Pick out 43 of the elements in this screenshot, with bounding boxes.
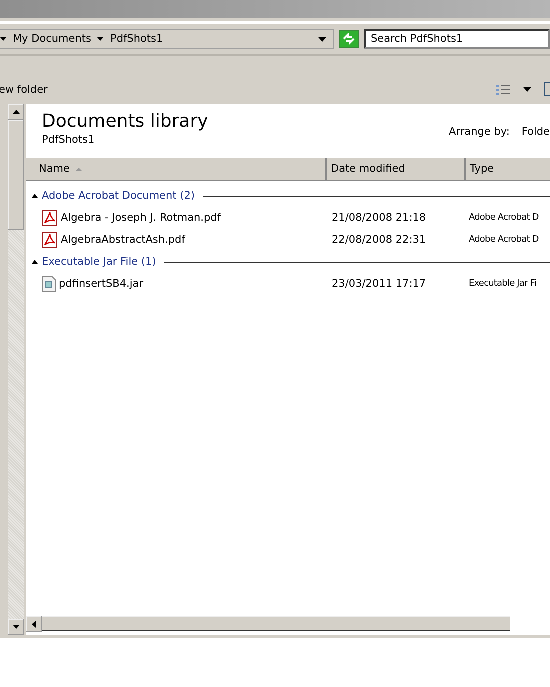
library-subtitle: PdfShots1 [42, 134, 96, 146]
horizontal-scrollbar-thumb[interactable] [42, 616, 510, 631]
search-field[interactable]: Search PdfShots1 [364, 29, 550, 49]
address-bar[interactable]: My Documents PdfShots1 [0, 29, 334, 49]
file-type: Adobe Acrobat D [468, 213, 540, 223]
file-type: Adobe Acrobat D [468, 235, 540, 245]
arrange-by-dropdown[interactable]: Folde [522, 126, 550, 138]
refresh-button[interactable] [339, 30, 359, 48]
date-modified: 23/03/2011 17:17 [331, 278, 428, 290]
view-list-icon[interactable] [495, 84, 511, 96]
collapse-icon[interactable] [32, 194, 38, 198]
file-icon [42, 276, 56, 292]
group-header[interactable]: Adobe Acrobat Document (2) [42, 190, 195, 202]
library-title: Documents library [42, 112, 208, 132]
column-header[interactable]: Type [466, 158, 550, 180]
pdf-file-icon [42, 210, 58, 226]
collapse-icon[interactable] [32, 260, 38, 264]
breadcrumb[interactable]: My Documents [13, 33, 92, 45]
breadcrumb[interactable]: PdfShots1 [110, 33, 164, 45]
caret-icon[interactable] [0, 37, 7, 41]
sort-ascending-icon [76, 168, 82, 170]
file-type: Executable Jar Fi [468, 279, 538, 289]
up-arrow-icon [12, 110, 20, 114]
scroll-up-button[interactable] [8, 104, 24, 120]
file-name[interactable]: Algebra - Joseph J. Rotman.pdf [61, 212, 222, 224]
caret-icon[interactable] [97, 37, 104, 41]
dropdown-caret-icon[interactable] [318, 36, 327, 42]
column-header[interactable]: Date modified [327, 158, 466, 180]
down-arrow-icon [12, 625, 20, 629]
date-modified: 22/08/2008 22:31 [331, 234, 428, 246]
scrollbar-thumb[interactable] [8, 120, 24, 230]
column-header[interactable]: Name [26, 158, 327, 180]
date-modified: 21/08/2008 21:18 [331, 212, 428, 224]
pdf-file-icon [42, 232, 58, 248]
arrange-by-label: Arrange by: [449, 126, 510, 138]
group-header[interactable]: Executable Jar File (1) [42, 256, 156, 268]
file-name[interactable]: AlgebraAbstractAsh.pdf [61, 234, 186, 246]
scroll-down-button[interactable] [8, 619, 24, 635]
preview-pane-icon[interactable] [544, 82, 550, 96]
left-arrow-icon [32, 620, 36, 628]
dropdown-caret-icon[interactable] [523, 87, 532, 92]
scroll-left-button[interactable] [26, 616, 42, 632]
file-name[interactable]: pdfinsertSB4.jar [59, 278, 144, 290]
